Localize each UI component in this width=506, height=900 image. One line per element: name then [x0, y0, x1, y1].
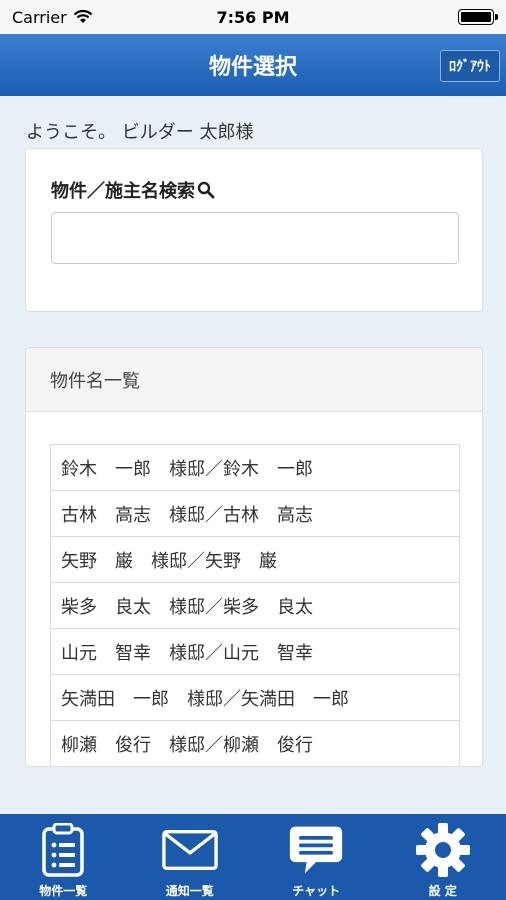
search-label: 物件／施主名検索: [51, 177, 215, 203]
list-item[interactable]: 矢満田 一郎 様邸／矢満田 一郎: [51, 675, 459, 721]
tab-label: 物件一覧: [39, 884, 88, 898]
search-card: 物件／施主名検索: [25, 148, 483, 312]
tab-bar: 物件一覧 通知一覧 チャット 設 定: [0, 814, 506, 900]
list-item[interactable]: 古林 高志 様邸／古林 高志: [51, 491, 459, 537]
tab-label: チャット: [292, 884, 341, 898]
chat-bubble-icon: [288, 822, 344, 878]
tab-settings[interactable]: 設 定: [380, 814, 506, 900]
battery-icon: [458, 9, 498, 25]
carrier-info: Carrier: [12, 8, 93, 27]
tab-label: 設 定: [428, 884, 457, 898]
welcome-message: ようこそ。 ビルダー 太郎様: [26, 122, 254, 143]
property-list-card: 物件名一覧 鈴木 一郎 様邸／鈴木 一郎 古林 高志 様邸／古林 高志 矢野 巌…: [25, 347, 483, 767]
tab-notifications[interactable]: 通知一覧: [127, 814, 254, 900]
list-item[interactable]: 山元 智幸 様邸／山元 智幸: [51, 629, 459, 675]
gear-icon: [415, 822, 471, 878]
list-item[interactable]: 鈴木 一郎 様邸／鈴木 一郎: [51, 445, 459, 491]
status-bar: Carrier 7:56 PM: [0, 0, 506, 34]
wifi-icon: [73, 9, 92, 23]
tab-property-list[interactable]: 物件一覧: [0, 814, 127, 900]
envelope-icon: [161, 822, 218, 878]
page-title: 物件選択: [208, 55, 297, 80]
search-icon: [197, 181, 215, 199]
logout-button[interactable]: ﾛｸﾞｱｳﾄ: [440, 50, 500, 82]
tab-chat[interactable]: チャット: [253, 814, 380, 900]
list-item[interactable]: 矢野 巌 様邸／矢野 巌: [51, 537, 459, 583]
property-list-header: 物件名一覧: [26, 348, 482, 412]
property-list: 鈴木 一郎 様邸／鈴木 一郎 古林 高志 様邸／古林 高志 矢野 巌 様邸／矢野…: [50, 444, 460, 766]
tab-label: 通知一覧: [165, 884, 214, 898]
nav-bar: 物件選択 ﾛｸﾞｱｳﾄ: [0, 34, 506, 96]
list-item[interactable]: 柴多 良太 様邸／柴多 良太: [51, 583, 459, 629]
search-input[interactable]: [51, 212, 459, 264]
list-item[interactable]: 柳瀬 俊行 様邸／柳瀬 俊行: [51, 721, 459, 766]
search-label-text: 物件／施主名検索: [51, 181, 195, 202]
clipboard-icon: [35, 822, 91, 878]
carrier-label: Carrier: [12, 7, 67, 27]
